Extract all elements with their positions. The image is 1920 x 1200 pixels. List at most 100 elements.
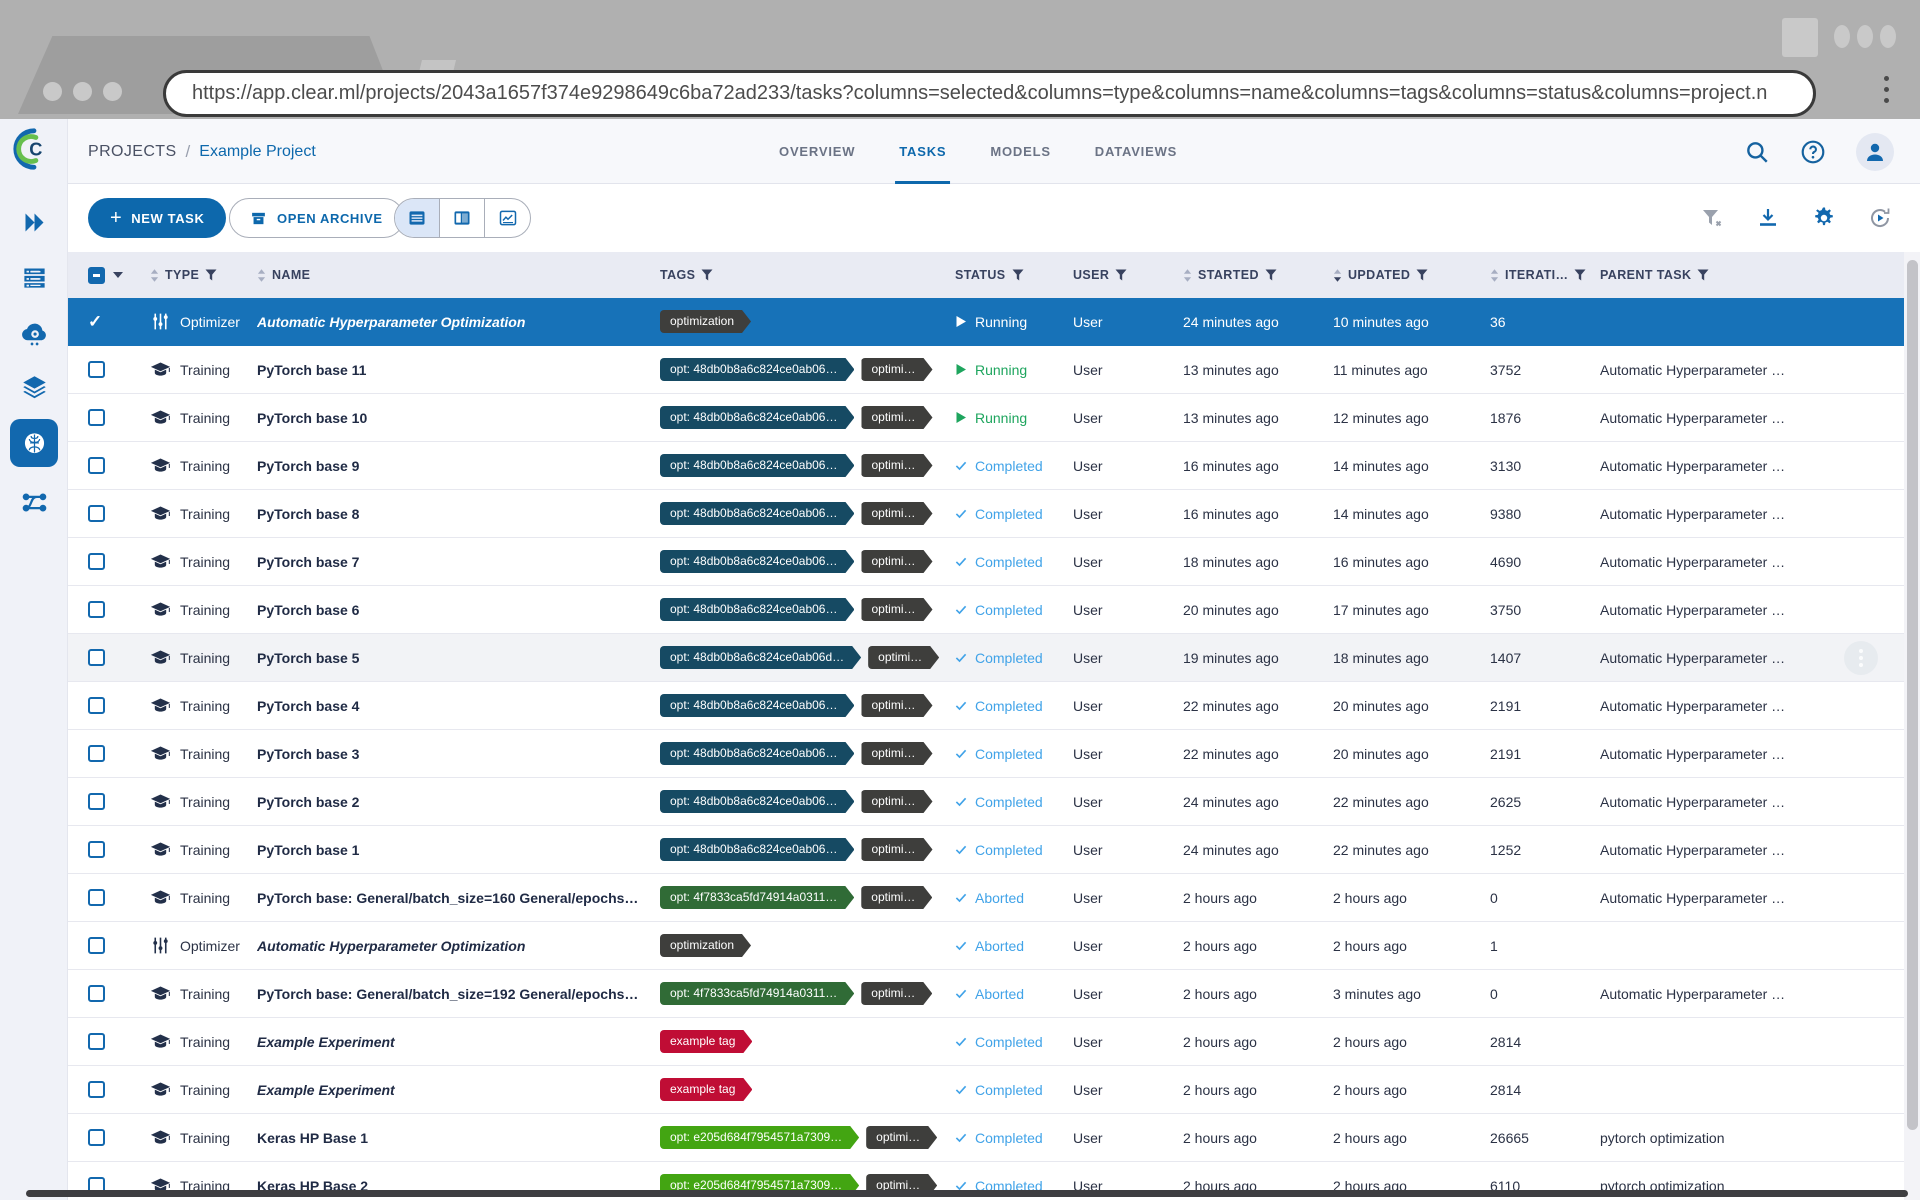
sidebar-item-pipelines[interactable] (0, 478, 68, 526)
sidebar-item-workers-queues[interactable] (0, 253, 68, 301)
clear-filters-icon[interactable] (1700, 206, 1724, 230)
table-row[interactable]: ✓ Training PyTorch base 10 opt: 48db0b8a… (68, 394, 1904, 442)
row-checkbox[interactable] (88, 841, 105, 858)
tag-chip: optimi… (861, 598, 932, 621)
row-checkbox[interactable] (88, 1129, 105, 1146)
filter-icon[interactable] (1115, 269, 1127, 281)
row-checkbox[interactable] (88, 457, 105, 474)
table-row[interactable]: ✓ Training Example Experiment example ta… (68, 1018, 1904, 1066)
table-row[interactable]: ✓ Training PyTorch base 6 opt: 48db0b8a6… (68, 586, 1904, 634)
column-header-status[interactable]: STATUS (955, 268, 1073, 282)
row-checkbox[interactable] (88, 505, 105, 522)
row-checkbox[interactable] (88, 601, 105, 618)
task-updated: 2 hours ago (1333, 1129, 1407, 1146)
table-row[interactable]: ✓ Training PyTorch base 11 opt: 48db0b8a… (68, 346, 1904, 394)
row-checkbox[interactable] (88, 649, 105, 666)
sort-icon[interactable] (257, 268, 266, 283)
row-checkbox[interactable] (88, 985, 105, 1002)
browser-menu-icon[interactable] (1884, 76, 1890, 109)
breadcrumb-current-project[interactable]: Example Project (199, 143, 316, 161)
sort-icon[interactable] (1490, 268, 1499, 283)
status-label: Completed (975, 1033, 1043, 1050)
select-all-checkbox[interactable] (88, 266, 105, 284)
tab-dataviews[interactable]: DATAVIEWS (1095, 119, 1177, 184)
row-checkbox[interactable] (88, 793, 105, 810)
tab-models[interactable]: MODELS (990, 119, 1050, 184)
row-checkbox[interactable] (88, 745, 105, 762)
training-type-icon (150, 602, 171, 616)
table-row[interactable]: ✓ Training PyTorch base: General/batch_s… (68, 874, 1904, 922)
sidebar-item-projects[interactable] (10, 419, 58, 467)
filter-icon[interactable] (1416, 269, 1428, 281)
scrollbar-thumb[interactable] (1907, 260, 1918, 1130)
clearml-logo[interactable]: C (11, 126, 57, 172)
training-type-icon (150, 554, 171, 568)
row-actions-button[interactable] (1844, 641, 1878, 675)
sort-icon[interactable] (1333, 268, 1342, 283)
row-checkbox[interactable] (88, 937, 105, 954)
filter-icon[interactable] (205, 269, 217, 281)
table-row[interactable]: ✓ Training PyTorch base 9 opt: 48db0b8a6… (68, 442, 1904, 490)
breadcrumb-projects[interactable]: PROJECTS (88, 143, 177, 161)
table-view-button[interactable] (395, 199, 440, 237)
row-checkbox[interactable] (88, 409, 105, 426)
task-type: Training (180, 457, 231, 474)
column-header-tags[interactable]: TAGS (660, 268, 955, 282)
sidebar-item-getting-started[interactable] (0, 198, 68, 246)
sidebar-item-datasets[interactable] (0, 363, 68, 411)
table-row[interactable]: ✓ Training PyTorch base 3 opt: 48db0b8a6… (68, 730, 1904, 778)
row-checkbox[interactable] (88, 1081, 105, 1098)
table-row[interactable]: ✓ Training PyTorch base 7 opt: 48db0b8a6… (68, 538, 1904, 586)
filter-icon[interactable] (1012, 269, 1024, 281)
filter-icon[interactable] (701, 269, 713, 281)
open-archive-button[interactable]: OPEN ARCHIVE (229, 198, 404, 238)
tab-overview[interactable]: OVERVIEW (779, 119, 855, 184)
sort-icon[interactable] (150, 268, 159, 283)
task-status: Aborted (955, 890, 1073, 906)
column-header-started[interactable]: STARTED (1183, 268, 1333, 283)
row-checkbox[interactable] (88, 697, 105, 714)
table-row[interactable]: ✓ Training PyTorch base 4 opt: 48db0b8a6… (68, 682, 1904, 730)
column-header-type[interactable]: TYPE (150, 268, 257, 283)
detail-view-button[interactable] (440, 199, 485, 237)
auto-refresh-icon[interactable] (1868, 206, 1892, 230)
sort-icon[interactable] (1183, 268, 1192, 283)
new-task-button[interactable]: + NEW TASK (88, 198, 227, 238)
column-header-updated[interactable]: UPDATED (1333, 268, 1490, 283)
filter-icon[interactable] (1697, 269, 1709, 281)
tab-tasks[interactable]: TASKS (895, 119, 951, 184)
user-avatar[interactable] (1856, 132, 1894, 171)
filter-icon[interactable] (1574, 269, 1586, 281)
table-row[interactable]: ✓ Training PyTorch base 5 opt: 48db0b8a6… (68, 634, 1904, 682)
table-row[interactable]: ✓ Optimizer Automatic Hyperparameter Opt… (68, 298, 1904, 346)
row-checkbox[interactable] (88, 361, 105, 378)
sidebar-item-applications[interactable] (0, 309, 68, 357)
table-row[interactable]: ✓ Training PyTorch base 2 opt: 48db0b8a6… (68, 778, 1904, 826)
address-bar[interactable]: https://app.clear.ml/projects/2043a1657f… (163, 70, 1816, 117)
table-row[interactable]: ✓ Training PyTorch base 1 opt: 48db0b8a6… (68, 826, 1904, 874)
column-header-iterations[interactable]: ITERATI… (1490, 268, 1600, 283)
filter-icon[interactable] (1265, 269, 1277, 281)
table-row[interactable]: ✓ Optimizer Automatic Hyperparameter Opt… (68, 922, 1904, 970)
search-icon[interactable] (1744, 139, 1770, 165)
task-parent: pytorch optimization (1600, 1129, 1725, 1146)
table-header: TYPE NAME TAGS STATUS USER STARTED UPDAT… (68, 252, 1904, 298)
selection-menu-caret[interactable] (113, 272, 123, 278)
task-started: 20 minutes ago (1183, 601, 1279, 618)
settings-gear-icon[interactable] (1812, 206, 1836, 230)
column-header-user[interactable]: USER (1073, 268, 1183, 282)
compare-view-button[interactable] (485, 199, 530, 237)
download-icon[interactable] (1756, 206, 1780, 230)
table-row[interactable]: ✓ Training PyTorch base: General/batch_s… (68, 970, 1904, 1018)
table-row[interactable]: ✓ Training PyTorch base 8 opt: 48db0b8a6… (68, 490, 1904, 538)
column-header-parent[interactable]: PARENT TASK (1600, 268, 1904, 282)
task-parent: Automatic Hyperparameter … (1600, 505, 1786, 522)
column-header-name[interactable]: NAME (257, 268, 660, 283)
row-checkbox[interactable] (88, 553, 105, 570)
table-row[interactable]: ✓ Training Keras HP Base 1 opt: e205d684… (68, 1114, 1904, 1162)
help-icon[interactable] (1800, 139, 1826, 165)
table-row[interactable]: ✓ Training Example Experiment example ta… (68, 1066, 1904, 1114)
column-label: NAME (272, 268, 311, 282)
row-checkbox[interactable] (88, 1033, 105, 1050)
row-checkbox[interactable] (88, 889, 105, 906)
